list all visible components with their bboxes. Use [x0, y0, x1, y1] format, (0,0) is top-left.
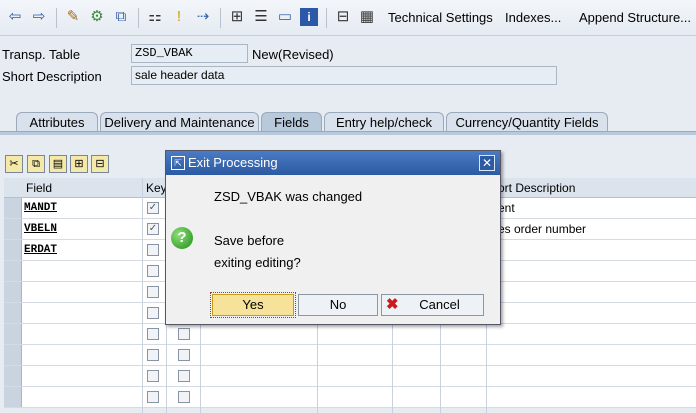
paste-icon[interactable]: ▤ — [49, 155, 67, 173]
key-checkbox[interactable] — [147, 244, 159, 256]
short-description-field[interactable]: sale header data — [131, 66, 557, 85]
row-selector[interactable] — [4, 198, 22, 218]
table-icon[interactable]: ▦ — [358, 8, 376, 26]
window-icon: ⇱ — [171, 156, 185, 170]
column-header-key: Key — [142, 178, 167, 198]
short-description-label: Short Description — [2, 69, 102, 84]
key-checkbox[interactable] — [147, 328, 159, 340]
dialog-message: ZSD_VBAK was changed — [214, 189, 363, 204]
table-row[interactable] — [4, 324, 696, 345]
dialog-title-bar[interactable]: ⇱ Exit Processing ✕ — [166, 151, 500, 175]
row-selector[interactable] — [4, 324, 22, 344]
status-text: New(Revised) — [252, 47, 334, 62]
short-description-cell: es order number — [498, 222, 587, 236]
key-checkbox[interactable] — [147, 370, 159, 382]
key-checkbox[interactable] — [147, 286, 159, 298]
row-selector[interactable] — [4, 366, 22, 386]
dialog-question-line1: Save before — [214, 233, 285, 248]
toolbar-separator — [220, 8, 221, 28]
tab-attributes[interactable]: Attributes — [16, 112, 98, 132]
key-checkbox[interactable] — [147, 391, 159, 403]
tab-currency-quantity-fields[interactable]: Currency/Quantity Fields — [446, 112, 608, 132]
tab-entry-help-check[interactable]: Entry help/check — [324, 112, 444, 132]
dialog-title: Exit Processing — [188, 155, 278, 170]
row-selector[interactable] — [4, 261, 22, 281]
column-header-short-description: ort Description — [486, 178, 696, 198]
key-checkbox[interactable] — [147, 265, 159, 277]
initial-values-checkbox[interactable] — [178, 370, 190, 382]
technical-settings-button[interactable]: Technical Settings — [388, 10, 493, 25]
where-used-icon[interactable]: ⚏ — [146, 8, 164, 26]
display-icon[interactable]: ▭ — [276, 8, 294, 26]
hierarchy-icon[interactable]: ⊞ — [228, 8, 246, 26]
row-selector[interactable] — [4, 219, 22, 239]
row-selector[interactable] — [4, 387, 22, 407]
navigation-icon[interactable]: ⇢ — [194, 8, 212, 26]
row-selector-header — [4, 178, 22, 198]
close-icon[interactable]: ✕ — [479, 155, 495, 171]
info-mark-icon[interactable]: ! — [170, 8, 188, 26]
toolbar-separator — [138, 8, 139, 28]
cut-icon[interactable]: ✂ — [5, 155, 23, 173]
transp-table-label: Transp. Table — [2, 47, 81, 62]
indexes-button[interactable]: Indexes... — [505, 10, 561, 25]
structure-icon[interactable]: ⊟ — [334, 8, 352, 26]
initial-values-checkbox[interactable] — [178, 391, 190, 403]
initial-values-checkbox[interactable] — [178, 349, 190, 361]
cancel-button[interactable]: ✖ Cancel — [381, 294, 484, 316]
column-header-field: Field — [22, 178, 142, 198]
display-change-icon[interactable]: ✎ — [64, 8, 82, 26]
application-toolbar: ⇦ ⇨ ✎ ⚙ ⧉ ⚏ ! ⇢ ⊞ ☰ ▭ i ⊟ ▦ Technical Se… — [0, 0, 696, 36]
information-icon[interactable]: i — [300, 8, 318, 26]
back-arrow-icon[interactable]: ⇦ — [6, 8, 24, 26]
row-selector[interactable] — [4, 240, 22, 260]
copy-icon[interactable]: ⧉ — [27, 155, 45, 173]
key-checkbox[interactable] — [147, 349, 159, 361]
cancel-x-icon: ✖ — [386, 296, 399, 313]
exit-processing-dialog: ⇱ Exit Processing ✕ ZSD_VBAK was changed… — [165, 150, 501, 325]
delete-row-icon[interactable]: ⊟ — [91, 155, 109, 173]
question-icon: ? — [171, 227, 193, 249]
activate-icon[interactable]: ⧉ — [112, 8, 130, 26]
table-row[interactable] — [4, 387, 696, 408]
no-button[interactable]: No — [298, 294, 378, 316]
toolbar-separator — [326, 8, 327, 28]
row-selector[interactable] — [4, 345, 22, 365]
initial-values-checkbox[interactable] — [178, 328, 190, 340]
stack-icon[interactable]: ☰ — [252, 8, 270, 26]
forward-arrow-icon[interactable]: ⇨ — [30, 8, 48, 26]
table-name-field[interactable]: ZSD_VBAK — [131, 44, 248, 63]
key-checkbox[interactable]: ✓ — [147, 202, 159, 214]
cancel-button-label: Cancel — [419, 297, 460, 312]
dialog-question-line2: exiting editing? — [214, 255, 301, 270]
field-name-cell[interactable]: VBELN — [24, 219, 57, 239]
key-checkbox[interactable]: ✓ — [147, 223, 159, 235]
field-name-cell[interactable]: MANDT — [24, 198, 57, 218]
check-icon[interactable]: ⚙ — [88, 8, 106, 26]
row-selector[interactable] — [4, 282, 22, 302]
column-divider — [142, 178, 143, 413]
yes-button[interactable]: Yes — [210, 292, 296, 318]
field-name-cell[interactable]: ERDAT — [24, 240, 57, 260]
insert-row-icon[interactable]: ⊞ — [70, 155, 88, 173]
key-checkbox[interactable] — [147, 307, 159, 319]
table-row[interactable] — [4, 366, 696, 387]
tab-strip: Attributes Delivery and Maintenance Fiel… — [0, 112, 696, 132]
toolbar-separator — [56, 8, 57, 28]
row-selector[interactable] — [4, 303, 22, 323]
tab-fields[interactable]: Fields — [261, 112, 322, 132]
append-structure-button[interactable]: Append Structure... — [579, 10, 691, 25]
table-row[interactable] — [4, 345, 696, 366]
tab-delivery-and-maintenance[interactable]: Delivery and Maintenance — [100, 112, 259, 132]
